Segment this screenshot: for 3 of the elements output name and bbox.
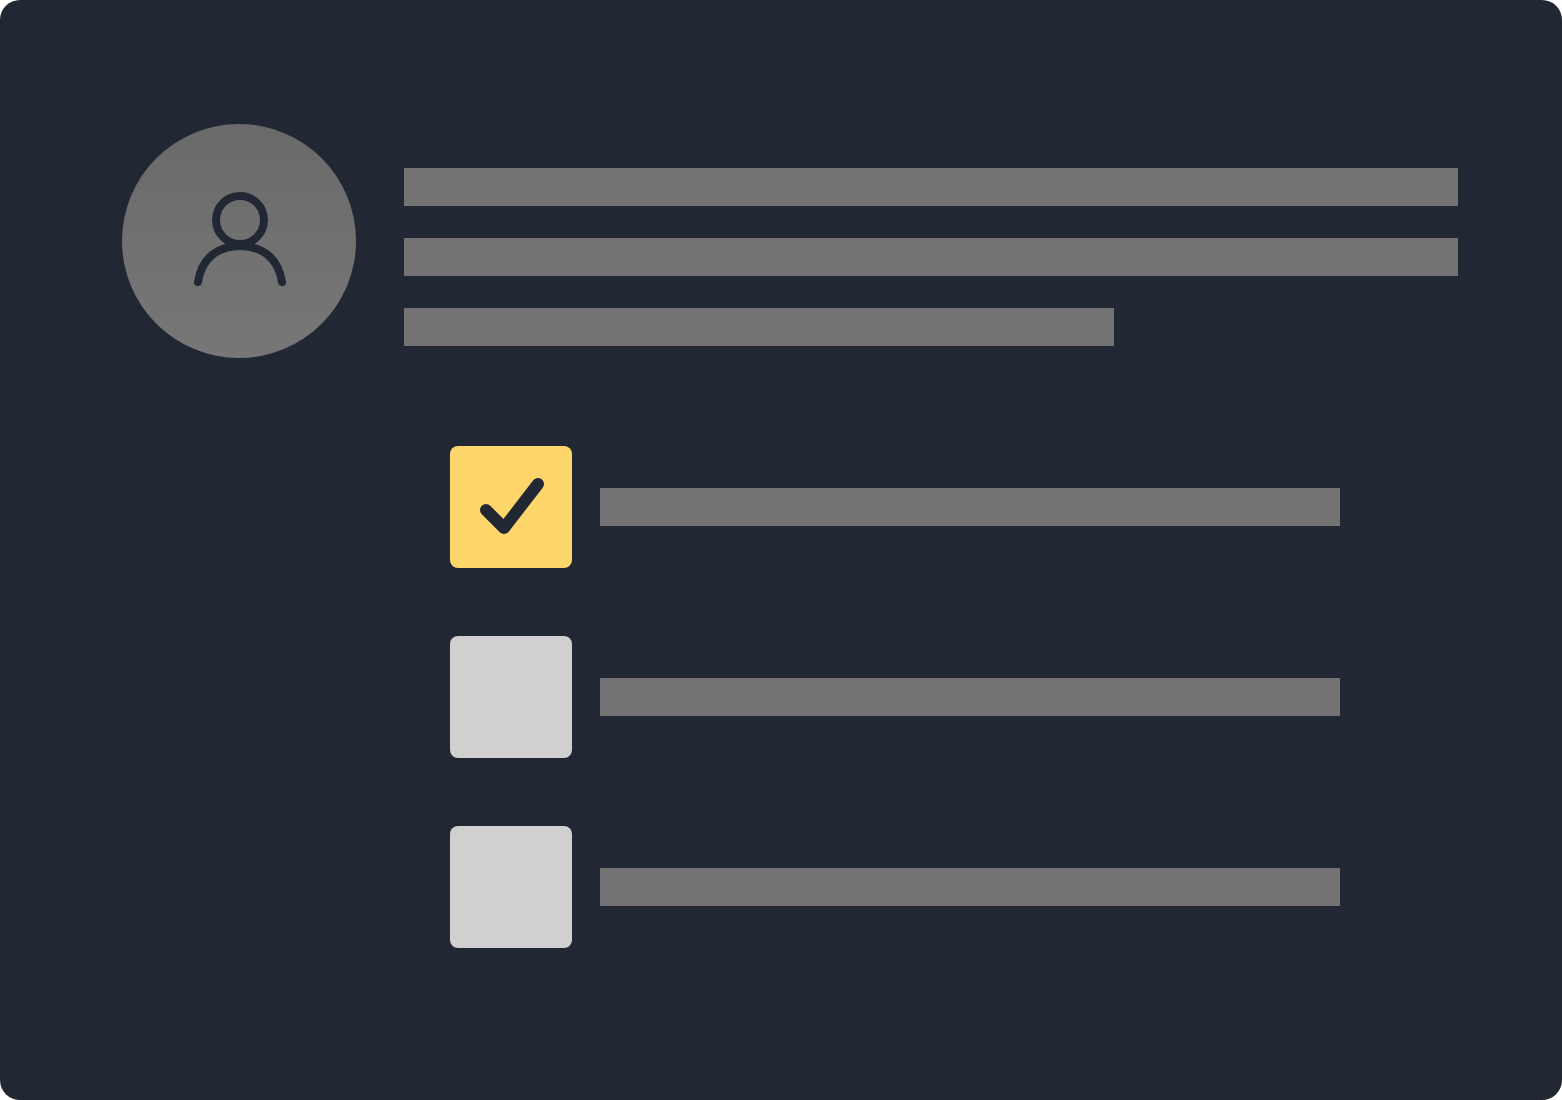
checkbox[interactable] [450,446,572,568]
checkbox[interactable] [450,636,572,758]
checkbox[interactable] [450,826,572,948]
